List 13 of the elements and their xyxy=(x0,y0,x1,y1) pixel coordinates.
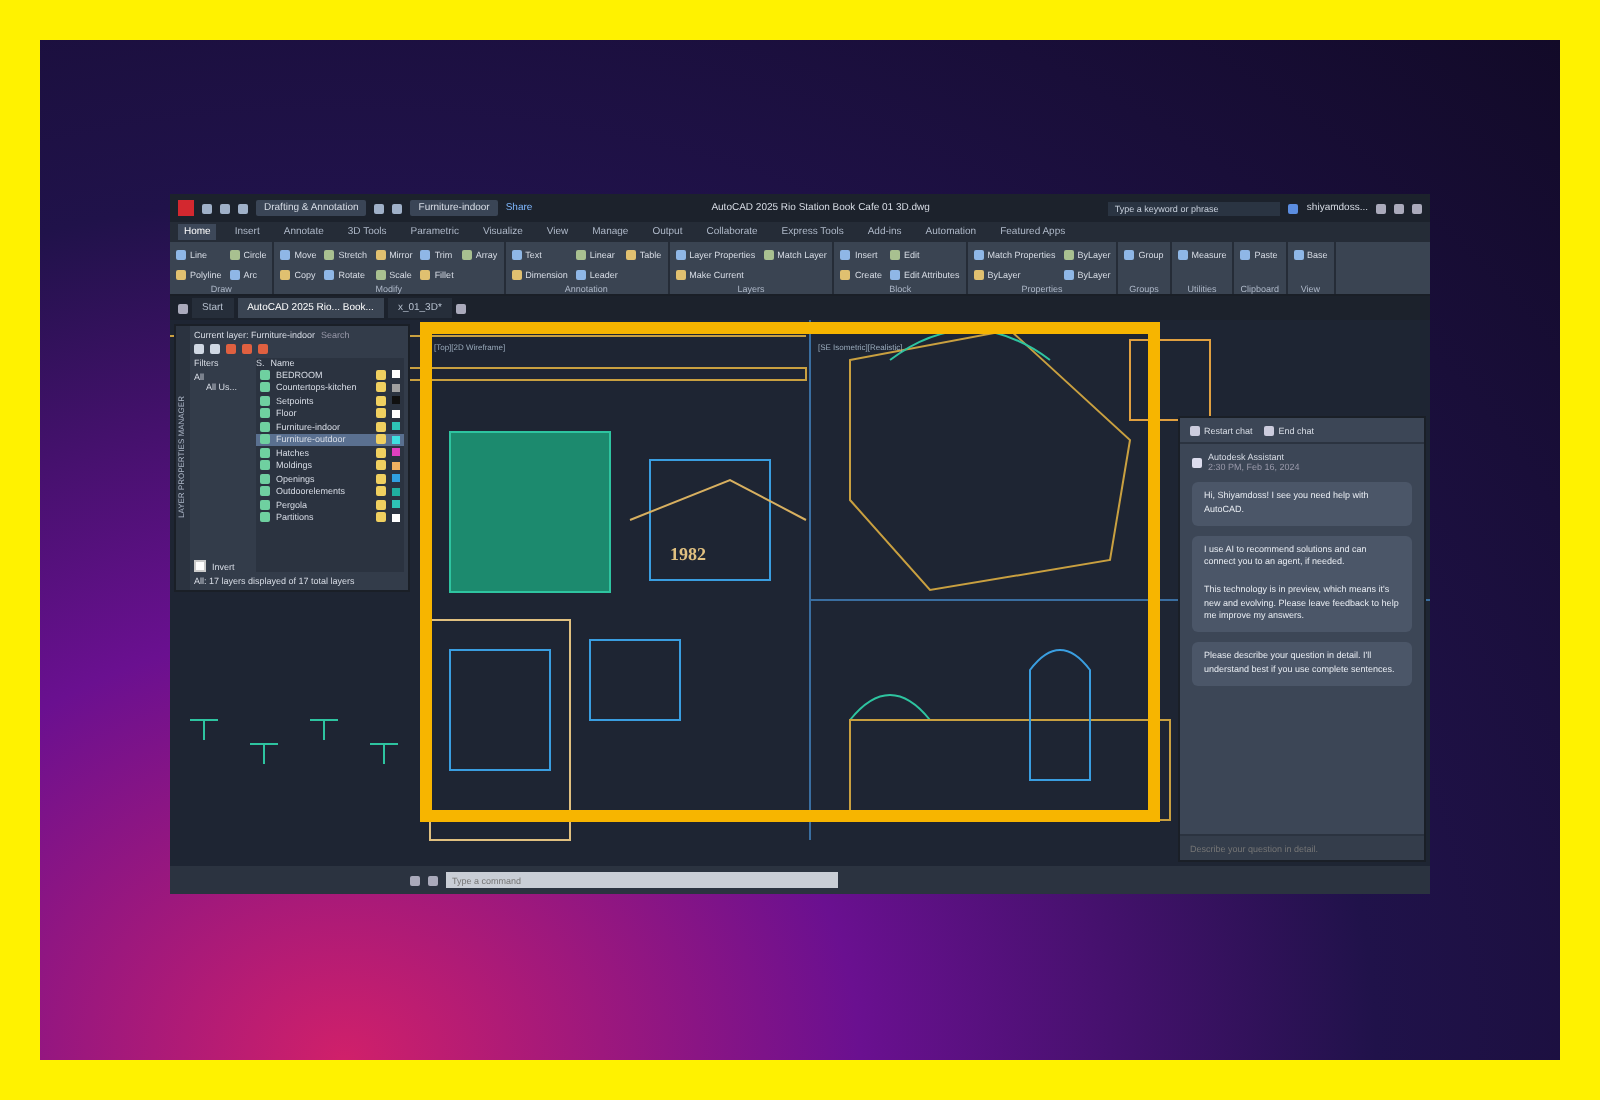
layer-color-swatch[interactable] xyxy=(392,409,400,418)
layer-color-swatch[interactable] xyxy=(392,396,400,405)
layer-color-swatch[interactable] xyxy=(392,487,400,496)
layer-color-swatch[interactable] xyxy=(392,435,400,444)
layer-color-swatch[interactable] xyxy=(392,474,400,483)
layer-color-swatch[interactable] xyxy=(392,370,400,379)
layer-color-swatch[interactable] xyxy=(392,448,400,457)
layer-color-swatch[interactable] xyxy=(392,383,400,392)
layer-color-swatch[interactable] xyxy=(392,513,400,522)
layer-color-swatch[interactable] xyxy=(392,422,400,431)
invert-checkbox[interactable] xyxy=(194,560,206,572)
layer-color-swatch[interactable] xyxy=(392,500,400,509)
layer-color-swatch[interactable] xyxy=(392,461,400,470)
